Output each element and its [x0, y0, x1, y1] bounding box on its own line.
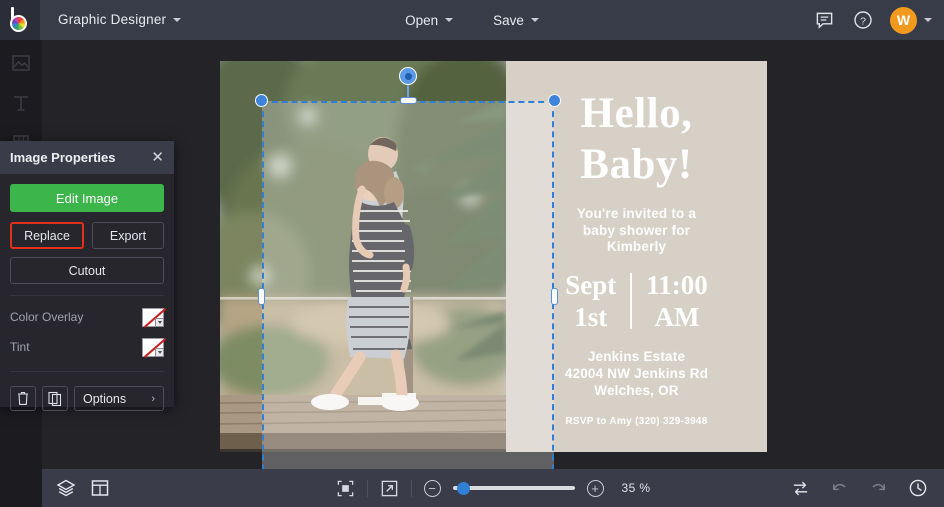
image-properties-panel: Image Properties ✕ Edit Image Replace Ex…	[0, 141, 174, 407]
undo-arrow-icon[interactable]	[830, 479, 849, 498]
invitation-time: 11:00 AM	[646, 269, 708, 333]
divider	[367, 480, 368, 497]
question-circle-icon[interactable]: ?	[851, 8, 875, 32]
avatar[interactable]: W	[890, 7, 917, 34]
city-state: Welches, OR	[565, 382, 708, 399]
options-label: Options	[83, 392, 126, 406]
open-label: Open	[405, 13, 438, 28]
resize-handle-left[interactable]	[258, 288, 265, 305]
chevron-down-icon	[531, 18, 539, 22]
zoom-slider-handle[interactable]	[457, 482, 470, 495]
zoom-in-button[interactable]: +	[587, 480, 604, 497]
invite-line-3: Kimberly	[577, 239, 696, 256]
invitation-subtext: You're invited to a baby shower for Kimb…	[577, 206, 696, 256]
top-bar: Graphic Designer Open Save ? W	[0, 0, 944, 40]
top-right-group: ? W	[812, 0, 932, 40]
invitation-headline-line2: Baby!	[580, 139, 692, 190]
chat-bubble-icon[interactable]	[812, 8, 836, 32]
account-chevron-down-icon[interactable]	[924, 18, 932, 22]
invite-line-1: You're invited to a	[577, 206, 696, 223]
replace-export-row: Replace Export	[10, 222, 164, 249]
open-menu-button[interactable]: Open	[396, 8, 462, 33]
invitation-rsvp: RSVP to Amy (320) 329-3948	[565, 416, 707, 427]
invitation-datetime: Sept 1st 11:00 AM	[565, 269, 708, 333]
time-line-1: 11:00	[646, 269, 708, 301]
invitation-text-block[interactable]: Hello, Baby! You're invited to a baby sh…	[506, 61, 767, 452]
color-overlay-label: Color Overlay	[10, 310, 83, 324]
date-line-1: Sept	[565, 269, 616, 301]
replace-button[interactable]: Replace	[10, 222, 84, 249]
color-overlay-row: Color Overlay	[10, 304, 164, 330]
cutout-button[interactable]: Cutout	[10, 257, 164, 284]
chevron-down-icon	[445, 18, 453, 22]
graphic-designer-window: Graphic Designer Open Save ? W	[0, 0, 944, 507]
color-overlay-swatch[interactable]	[142, 308, 164, 327]
top-menu-group: Open Save	[0, 0, 944, 40]
panel-footer: Options ›	[0, 380, 174, 411]
bottom-right-group	[791, 478, 928, 498]
panel-divider-2	[10, 371, 164, 372]
svg-text:?: ?	[860, 16, 866, 28]
canvas-area[interactable]: Hello, Baby! You're invited to a baby sh…	[42, 40, 944, 469]
resize-handle-top-right[interactable]	[548, 94, 561, 107]
rail-item-text[interactable]	[0, 86, 42, 120]
edit-image-button[interactable]: Edit Image	[10, 184, 164, 212]
tint-label: Tint	[10, 340, 30, 354]
clock-history-icon[interactable]	[908, 478, 928, 498]
panel-header: Image Properties ✕	[0, 141, 174, 174]
swap-arrows-icon[interactable]	[791, 479, 810, 498]
tint-swatch[interactable]	[142, 338, 164, 357]
resize-handle-top-left[interactable]	[255, 94, 268, 107]
rail-item-image[interactable]	[0, 46, 42, 80]
save-label: Save	[493, 13, 524, 28]
zoom-level-value: 35 %	[622, 481, 651, 495]
expand-arrow-icon[interactable]	[380, 479, 399, 498]
bottom-bar: − + 35 %	[42, 469, 944, 507]
resize-handle-right[interactable]	[551, 288, 558, 305]
fit-to-screen-icon[interactable]	[336, 479, 355, 498]
save-menu-button[interactable]: Save	[484, 8, 548, 33]
panel-body: Edit Image Replace Export Cutout Color O…	[0, 174, 174, 372]
divider	[411, 480, 412, 497]
chevron-down-icon[interactable]	[155, 348, 164, 357]
design-document[interactable]: Hello, Baby! You're invited to a baby sh…	[220, 61, 767, 452]
chevron-down-icon[interactable]	[155, 318, 164, 327]
rotate-handle[interactable]	[399, 67, 417, 85]
panel-divider	[10, 295, 164, 296]
street-address: 42004 NW Jenkins Rd	[565, 365, 708, 382]
close-icon[interactable]: ✕	[151, 150, 164, 165]
invitation-address: Jenkins Estate 42004 NW Jenkins Rd Welch…	[565, 348, 708, 399]
datetime-divider	[630, 273, 632, 329]
date-line-2: 1st	[565, 301, 616, 333]
time-line-2: AM	[646, 301, 708, 333]
invite-line-2: baby shower for	[577, 223, 696, 240]
couple-walking-on-boardwalk-photo[interactable]	[220, 61, 506, 452]
tint-row: Tint	[10, 334, 164, 360]
chevron-right-icon: ›	[151, 393, 155, 405]
avatar-initial: W	[897, 12, 910, 28]
venue-name: Jenkins Estate	[565, 348, 708, 365]
bottom-left-corner	[0, 469, 42, 507]
invitation-date: Sept 1st	[565, 269, 616, 333]
zoom-out-button[interactable]: −	[424, 480, 441, 497]
trash-icon[interactable]	[10, 386, 36, 411]
redo-arrow-icon[interactable]	[869, 479, 888, 498]
zoom-slider[interactable]	[453, 486, 575, 490]
export-button[interactable]: Export	[92, 222, 164, 249]
duplicate-icon[interactable]	[42, 386, 68, 411]
options-button[interactable]: Options ›	[74, 386, 164, 411]
resize-handle-top[interactable]	[400, 97, 417, 104]
panel-title: Image Properties	[10, 150, 116, 165]
invitation-headline-line1: Hello,	[581, 88, 693, 139]
